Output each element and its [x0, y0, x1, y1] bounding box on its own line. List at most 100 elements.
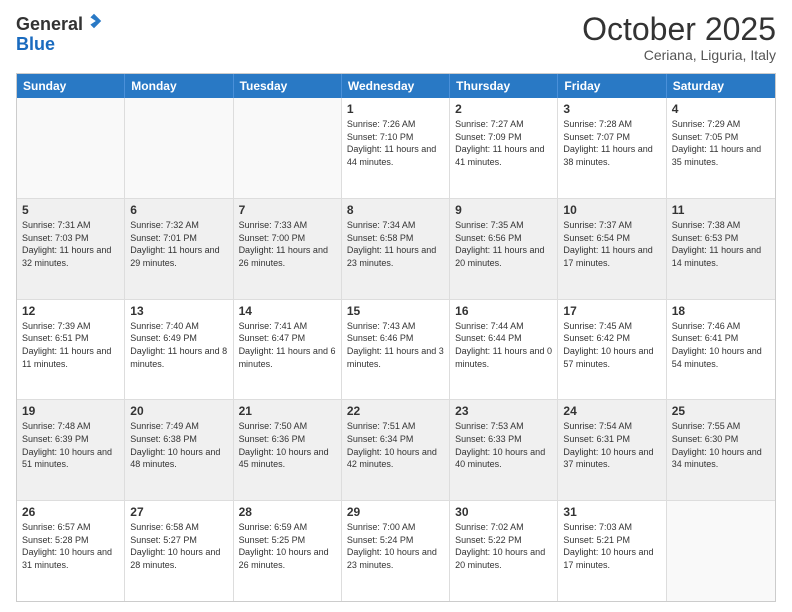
cell-r2-c6: 18 Sunrise: 7:46 AMSunset: 6:41 PMDayligh…: [667, 300, 775, 400]
cell-info-1: Sunrise: 7:26 AMSunset: 7:10 PMDaylight:…: [347, 118, 444, 168]
day-number-4: 4: [672, 102, 770, 116]
day-number-15: 15: [347, 304, 444, 318]
day-number-23: 23: [455, 404, 552, 418]
day-number-31: 31: [563, 505, 660, 519]
calendar-row-0: 1 Sunrise: 7:26 AMSunset: 7:10 PMDaylight…: [17, 98, 775, 199]
calendar-header: Sunday Monday Tuesday Wednesday Thursday…: [17, 74, 775, 98]
cell-info-3: Sunrise: 7:28 AMSunset: 7:07 PMDaylight:…: [563, 118, 660, 168]
logo: General Blue: [16, 12, 103, 55]
header-thursday: Thursday: [450, 74, 558, 98]
calendar: Sunday Monday Tuesday Wednesday Thursday…: [16, 73, 776, 602]
day-number-13: 13: [130, 304, 227, 318]
day-number-2: 2: [455, 102, 552, 116]
cell-info-25: Sunrise: 7:55 AMSunset: 6:30 PMDaylight:…: [672, 420, 770, 470]
cell-info-31: Sunrise: 7:03 AMSunset: 5:21 PMDaylight:…: [563, 521, 660, 571]
cell-r0-c1: [125, 98, 233, 198]
cell-r4-c2: 28 Sunrise: 6:59 AMSunset: 5:25 PMDayligh…: [234, 501, 342, 601]
cell-r1-c5: 10 Sunrise: 7:37 AMSunset: 6:54 PMDayligh…: [558, 199, 666, 299]
day-number-21: 21: [239, 404, 336, 418]
cell-info-4: Sunrise: 7:29 AMSunset: 7:05 PMDaylight:…: [672, 118, 770, 168]
day-number-9: 9: [455, 203, 552, 217]
cell-info-8: Sunrise: 7:34 AMSunset: 6:58 PMDaylight:…: [347, 219, 444, 269]
day-number-25: 25: [672, 404, 770, 418]
day-number-14: 14: [239, 304, 336, 318]
cell-info-9: Sunrise: 7:35 AMSunset: 6:56 PMDaylight:…: [455, 219, 552, 269]
cell-r4-c3: 29 Sunrise: 7:00 AMSunset: 5:24 PMDayligh…: [342, 501, 450, 601]
title-area: October 2025 Ceriana, Liguria, Italy: [582, 12, 776, 63]
cell-info-2: Sunrise: 7:27 AMSunset: 7:09 PMDaylight:…: [455, 118, 552, 168]
header-tuesday: Tuesday: [234, 74, 342, 98]
cell-info-18: Sunrise: 7:46 AMSunset: 6:41 PMDaylight:…: [672, 320, 770, 370]
logo-blue-text: Blue: [16, 34, 55, 54]
cell-info-26: Sunrise: 6:57 AMSunset: 5:28 PMDaylight:…: [22, 521, 119, 571]
cell-info-14: Sunrise: 7:41 AMSunset: 6:47 PMDaylight:…: [239, 320, 336, 370]
cell-r2-c4: 16 Sunrise: 7:44 AMSunset: 6:44 PMDayligh…: [450, 300, 558, 400]
day-number-18: 18: [672, 304, 770, 318]
header-monday: Monday: [125, 74, 233, 98]
calendar-body: 1 Sunrise: 7:26 AMSunset: 7:10 PMDaylight…: [17, 98, 775, 601]
cell-r3-c6: 25 Sunrise: 7:55 AMSunset: 6:30 PMDayligh…: [667, 400, 775, 500]
day-number-3: 3: [563, 102, 660, 116]
cell-info-6: Sunrise: 7:32 AMSunset: 7:01 PMDaylight:…: [130, 219, 227, 269]
cell-r2-c5: 17Sunrise: 7:45 AMSunset: 6:42 PMDayligh…: [558, 300, 666, 400]
cell-info-15: Sunrise: 7:43 AMSunset: 6:46 PMDaylight:…: [347, 320, 444, 370]
cell-r1-c6: 11Sunrise: 7:38 AMSunset: 6:53 PMDayligh…: [667, 199, 775, 299]
logo-general-text: General: [16, 14, 83, 34]
cell-info-17: Sunrise: 7:45 AMSunset: 6:42 PMDaylight:…: [563, 320, 660, 370]
day-number-10: 10: [563, 203, 660, 217]
cell-info-22: Sunrise: 7:51 AMSunset: 6:34 PMDaylight:…: [347, 420, 444, 470]
cell-info-10: Sunrise: 7:37 AMSunset: 6:54 PMDaylight:…: [563, 219, 660, 269]
cell-info-23: Sunrise: 7:53 AMSunset: 6:33 PMDaylight:…: [455, 420, 552, 470]
cell-r3-c3: 22 Sunrise: 7:51 AMSunset: 6:34 PMDayligh…: [342, 400, 450, 500]
day-number-8: 8: [347, 203, 444, 217]
day-number-16: 16: [455, 304, 552, 318]
cell-r1-c1: 6Sunrise: 7:32 AMSunset: 7:01 PMDaylight…: [125, 199, 233, 299]
cell-info-24: Sunrise: 7:54 AMSunset: 6:31 PMDaylight:…: [563, 420, 660, 470]
cell-r2-c3: 15 Sunrise: 7:43 AMSunset: 6:46 PMDayligh…: [342, 300, 450, 400]
header-sunday: Sunday: [17, 74, 125, 98]
calendar-row-4: 26 Sunrise: 6:57 AMSunset: 5:28 PMDayligh…: [17, 501, 775, 601]
day-number-26: 26: [22, 505, 119, 519]
day-number-28: 28: [239, 505, 336, 519]
cell-r1-c0: 5Sunrise: 7:31 AMSunset: 7:03 PMDaylight…: [17, 199, 125, 299]
day-number-11: 11: [672, 203, 770, 217]
cell-info-29: Sunrise: 7:00 AMSunset: 5:24 PMDaylight:…: [347, 521, 444, 571]
cell-r0-c6: 4 Sunrise: 7:29 AMSunset: 7:05 PMDaylight…: [667, 98, 775, 198]
cell-info-20: Sunrise: 7:49 AMSunset: 6:38 PMDaylight:…: [130, 420, 227, 470]
day-number-19: 19: [22, 404, 119, 418]
header: General Blue October 2025 Ceriana, Ligur…: [16, 12, 776, 63]
header-saturday: Saturday: [667, 74, 775, 98]
header-friday: Friday: [558, 74, 666, 98]
cell-r4-c4: 30Sunrise: 7:02 AMSunset: 5:22 PMDayligh…: [450, 501, 558, 601]
cell-r3-c4: 23 Sunrise: 7:53 AMSunset: 6:33 PMDayligh…: [450, 400, 558, 500]
cell-info-16: Sunrise: 7:44 AMSunset: 6:44 PMDaylight:…: [455, 320, 552, 370]
cell-r3-c5: 24 Sunrise: 7:54 AMSunset: 6:31 PMDayligh…: [558, 400, 666, 500]
day-number-1: 1: [347, 102, 444, 116]
cell-info-19: Sunrise: 7:48 AMSunset: 6:39 PMDaylight:…: [22, 420, 119, 470]
cell-r3-c0: 19 Sunrise: 7:48 AMSunset: 6:39 PMDayligh…: [17, 400, 125, 500]
cell-r0-c5: 3 Sunrise: 7:28 AMSunset: 7:07 PMDaylight…: [558, 98, 666, 198]
calendar-row-3: 19 Sunrise: 7:48 AMSunset: 6:39 PMDayligh…: [17, 400, 775, 501]
page: General Blue October 2025 Ceriana, Ligur…: [0, 0, 792, 612]
day-number-24: 24: [563, 404, 660, 418]
day-number-29: 29: [347, 505, 444, 519]
cell-info-7: Sunrise: 7:33 AMSunset: 7:00 PMDaylight:…: [239, 219, 336, 269]
cell-r0-c2: [234, 98, 342, 198]
cell-r3-c2: 21Sunrise: 7:50 AMSunset: 6:36 PMDayligh…: [234, 400, 342, 500]
day-number-22: 22: [347, 404, 444, 418]
cell-r4-c0: 26 Sunrise: 6:57 AMSunset: 5:28 PMDayligh…: [17, 501, 125, 601]
cell-info-12: Sunrise: 7:39 AMSunset: 6:51 PMDaylight:…: [22, 320, 119, 370]
day-number-7: 7: [239, 203, 336, 217]
cell-info-30: Sunrise: 7:02 AMSunset: 5:22 PMDaylight:…: [455, 521, 552, 571]
day-number-27: 27: [130, 505, 227, 519]
cell-info-28: Sunrise: 6:59 AMSunset: 5:25 PMDaylight:…: [239, 521, 336, 571]
header-wednesday: Wednesday: [342, 74, 450, 98]
cell-r1-c2: 7 Sunrise: 7:33 AMSunset: 7:00 PMDaylight…: [234, 199, 342, 299]
cell-r2-c2: 14 Sunrise: 7:41 AMSunset: 6:47 PMDayligh…: [234, 300, 342, 400]
cell-r2-c1: 13Sunrise: 7:40 AMSunset: 6:49 PMDayligh…: [125, 300, 233, 400]
day-number-12: 12: [22, 304, 119, 318]
month-title: October 2025: [582, 12, 776, 47]
cell-r1-c3: 8 Sunrise: 7:34 AMSunset: 6:58 PMDaylight…: [342, 199, 450, 299]
day-number-5: 5: [22, 203, 119, 217]
cell-r2-c0: 12 Sunrise: 7:39 AMSunset: 6:51 PMDayligh…: [17, 300, 125, 400]
